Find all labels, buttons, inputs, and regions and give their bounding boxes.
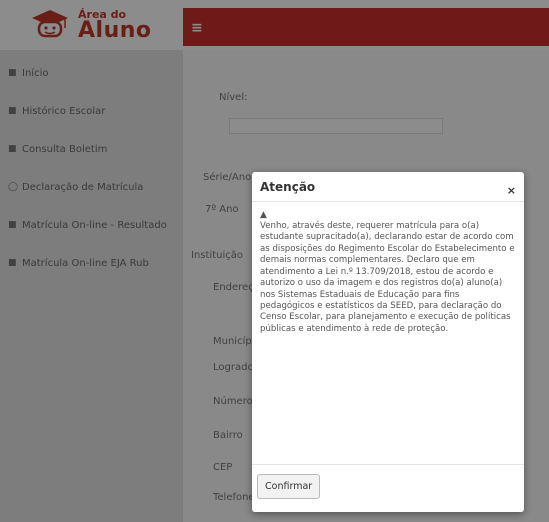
- warning-icon: ▲: [260, 210, 267, 220]
- dialog-message: Venho, através deste, requerer matrícula…: [260, 221, 515, 334]
- dialog-footer: Confirmar: [252, 464, 524, 512]
- attention-dialog: Atenção × ▲ Venho, através deste, requer…: [252, 172, 524, 512]
- dialog-title: Atenção: [260, 180, 316, 194]
- close-icon[interactable]: ×: [507, 184, 516, 197]
- confirm-button[interactable]: Confirmar: [257, 474, 321, 499]
- dialog-header: Atenção ×: [252, 172, 524, 202]
- dialog-body: ▲ Venho, através deste, requerer matrícu…: [252, 202, 524, 335]
